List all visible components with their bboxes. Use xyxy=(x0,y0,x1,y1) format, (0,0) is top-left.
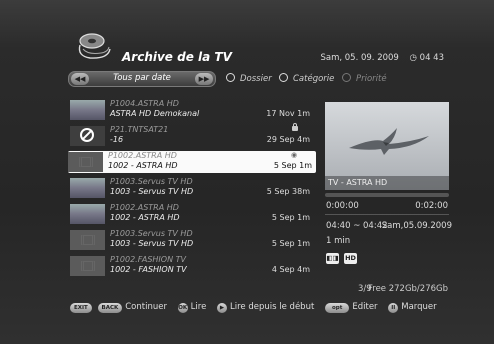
opt-key[interactable]: opt xyxy=(325,303,350,313)
recording-date-length: 29 Sep 4m xyxy=(266,135,310,144)
key-legend: EXIT BACK Continuer OK Lire ▶ Lire depuis l… xyxy=(70,302,445,313)
film-icon xyxy=(70,230,105,250)
film-strip-icon xyxy=(81,235,95,245)
recording-program: P1003.Servus TV HD xyxy=(110,229,193,238)
recording-channel: 1002 - FASHION TV xyxy=(110,265,187,274)
recording-channel: 1002 - ASTRA HD xyxy=(110,213,180,222)
recording-program: P1003.Servus TV HD xyxy=(110,177,193,186)
recording-program: P1002.FASHION TV xyxy=(110,255,186,264)
no-entry-icon xyxy=(80,128,94,142)
lock-icon xyxy=(292,123,298,131)
position-time: 0:00:00 xyxy=(326,201,359,211)
clock-icon: ◷ xyxy=(409,53,417,63)
recording-date-length: 5 Sep 38m xyxy=(266,187,310,196)
filter-dossier[interactable]: Dossier xyxy=(226,73,272,84)
free-space: Free 272Gb/276Gb xyxy=(367,284,448,294)
recording-row[interactable]: P1002.FASHION TV 1002 - FASHION TV 4 Sep 4… xyxy=(70,255,314,277)
recording-row[interactable]: P1002.ASTRA HD 1002 - ASTRA HD 5 Sep 1m xyxy=(70,203,314,225)
recording-row[interactable]: P1002.ASTRA HD 1002 - ASTRA HD 5 Sep 1m ◉ xyxy=(68,151,316,173)
recording-list: P1004.ASTRA HD ASTRA HD Demokanal 17 Nov 1… xyxy=(68,99,316,281)
sort-label: Tous par date xyxy=(113,73,171,83)
filter-label: Dossier xyxy=(240,74,272,84)
recording-program: P1004.ASTRA HD xyxy=(110,99,179,108)
forward-right-icon[interactable]: ▶▶ xyxy=(195,73,213,85)
mark-label: Marquer xyxy=(401,302,437,312)
recording-row[interactable]: P21.TNTSAT21 -16 29 Sep 4m xyxy=(70,123,314,147)
record-date: Sam,05.09.2009 xyxy=(381,221,452,231)
page-title: Archive de la TV xyxy=(122,50,232,64)
filter-label: Catégorie xyxy=(293,74,335,84)
back-key[interactable]: BACK xyxy=(97,303,123,313)
play-from-start-label: Lire depuis le début xyxy=(230,302,315,312)
recording-icon: ◉ xyxy=(290,151,298,159)
sort-selector[interactable]: ◀◀ Tous par date ▶▶ xyxy=(68,71,216,87)
blocked-icon xyxy=(70,126,105,146)
recording-program: P1002.ASTRA HD xyxy=(108,151,177,160)
recording-row[interactable]: P1003.Servus TV HD 1003 - Servus TV HD 5 S… xyxy=(70,177,314,199)
filter-priorite[interactable]: Priorité xyxy=(342,73,387,84)
recording-program: P1002.ASTRA HD xyxy=(110,203,179,212)
recording-channel: 1003 - Servus TV HD xyxy=(110,187,194,196)
recording-channel: -16 xyxy=(110,135,124,144)
recording-channel: ASTRA HD Demokanal xyxy=(110,109,200,118)
hd-badge: HD xyxy=(344,253,357,264)
record-span: 04:40 ~ 04:42 xyxy=(326,221,388,231)
exit-key[interactable]: EXIT xyxy=(70,303,92,313)
continue-label: Continuer xyxy=(125,302,167,312)
record-duration: 1 min xyxy=(326,236,351,246)
edit-label: Editer xyxy=(352,302,378,312)
film-strip-icon xyxy=(79,157,93,167)
playback-progress-bar[interactable] xyxy=(325,193,449,197)
date-time: Sam, 05. 09. 2009 ◷ 04 43 xyxy=(320,53,444,63)
divider xyxy=(325,214,449,215)
current-date: Sam, 05. 09. 2009 xyxy=(320,53,399,63)
total-time: 0:02:00 xyxy=(415,201,448,211)
play-label: Lire xyxy=(190,302,207,312)
filter-label: Priorité xyxy=(356,74,387,84)
pause-key[interactable]: II xyxy=(388,303,399,313)
rewind-left-icon[interactable]: ◀◀ xyxy=(71,73,89,85)
recording-thumbnail xyxy=(70,204,105,224)
ok-key[interactable]: OK xyxy=(177,303,188,313)
recording-date-length: 5 Sep 1m xyxy=(271,213,310,222)
recording-channel: 1002 - ASTRA HD xyxy=(108,161,178,170)
current-time: 04 43 xyxy=(419,53,444,63)
film-icon xyxy=(68,152,103,172)
archive-screen: Archive de la TV Sam, 05. 09. 2009 ◷ 04 … xyxy=(0,0,494,344)
recording-channel: 1003 - Servus TV HD xyxy=(110,239,194,248)
radio-icon xyxy=(226,73,235,82)
radio-icon xyxy=(342,73,351,82)
film-icon xyxy=(70,256,105,276)
recording-date-length: 5 Sep 1m xyxy=(271,239,310,248)
dolby-icon: ◧◨ xyxy=(326,253,339,264)
recording-date-length: 5 Sep 1m xyxy=(273,161,312,170)
recording-row[interactable]: P1004.ASTRA HD ASTRA HD Demokanal 17 Nov 1… xyxy=(70,99,314,121)
play-key[interactable]: ▶ xyxy=(217,303,228,313)
recording-thumbnail xyxy=(70,100,105,120)
recording-date-length: 4 Sep 4m xyxy=(271,265,310,274)
radio-icon xyxy=(279,73,288,82)
filter-categorie[interactable]: Catégorie xyxy=(279,73,334,84)
recording-program: P21.TNTSAT21 xyxy=(110,125,169,134)
preview-channel-name: TV - ASTRA HD xyxy=(325,176,449,190)
recording-thumbnail xyxy=(70,178,105,198)
recording-row[interactable]: P1003.Servus TV HD 1003 - Servus TV HD 5 S… xyxy=(70,229,314,251)
archive-reel-icon xyxy=(78,33,111,59)
recording-date-length: 17 Nov 1m xyxy=(266,109,310,118)
film-strip-icon xyxy=(81,261,95,271)
